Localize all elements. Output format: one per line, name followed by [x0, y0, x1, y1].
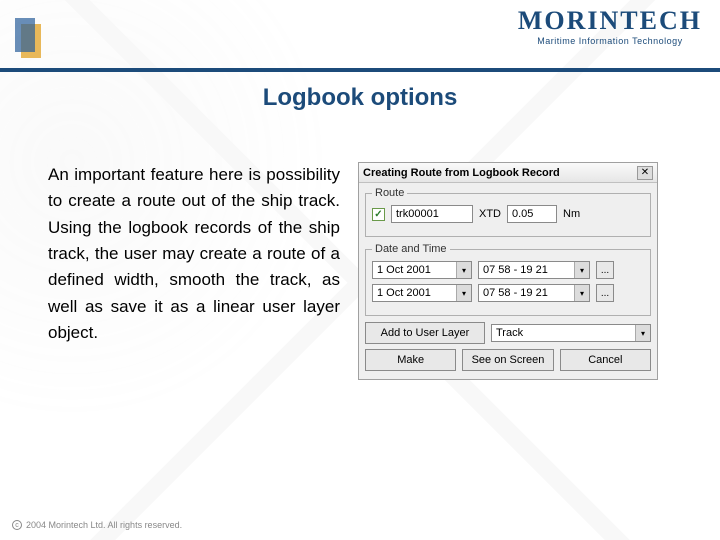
chevron-down-icon: ▾	[635, 325, 650, 341]
xtd-label: XTD	[479, 208, 501, 220]
add-to-layer-button[interactable]: Add to User Layer	[365, 322, 485, 344]
start-date-combo[interactable]: 1 Oct 2001 ▾	[372, 261, 472, 279]
layer-value: Track	[492, 325, 635, 341]
copyright-text: 2004 Morintech Ltd. All rights reserved.	[26, 520, 182, 530]
copyright-icon: c	[12, 520, 22, 530]
copyright-footer: c 2004 Morintech Ltd. All rights reserve…	[12, 520, 182, 530]
route-legend: Route	[372, 187, 407, 199]
datetime-legend: Date and Time	[372, 243, 450, 255]
close-icon[interactable]: ✕	[637, 166, 653, 180]
end-datetime-more-button[interactable]: ...	[596, 284, 614, 302]
dialog-titlebar: Creating Route from Logbook Record ✕	[359, 163, 657, 183]
header: MORINTECH Maritime Information Technolog…	[0, 0, 720, 72]
dialog-title: Creating Route from Logbook Record	[363, 167, 637, 179]
page-title: Logbook options	[0, 84, 720, 112]
brand-tagline: Maritime Information Technology	[518, 36, 702, 46]
end-time-combo[interactable]: 07 58 - 19 21 ▾	[478, 284, 590, 302]
body-paragraph: An important feature here is possibility…	[48, 162, 340, 380]
end-date-combo[interactable]: 1 Oct 2001 ▾	[372, 284, 472, 302]
route-enable-checkbox[interactable]: ✓	[372, 208, 385, 221]
brand-mark-icon	[15, 18, 45, 63]
create-route-dialog: Creating Route from Logbook Record ✕ Rou…	[358, 162, 658, 380]
layer-combo[interactable]: Track ▾	[491, 324, 651, 342]
route-group: Route ✓ trk00001 XTD 0.05 Nm	[365, 187, 651, 237]
xtd-unit-label: Nm	[563, 208, 580, 220]
start-date-value: 1 Oct 2001	[373, 262, 456, 278]
see-on-screen-button[interactable]: See on Screen	[462, 349, 553, 371]
datetime-group: Date and Time 1 Oct 2001 ▾ 07 58 - 19 21…	[365, 243, 651, 316]
make-button[interactable]: Make	[365, 349, 456, 371]
end-date-value: 1 Oct 2001	[373, 285, 456, 301]
start-time-value: 07 58 - 19 21	[479, 262, 574, 278]
chevron-down-icon: ▾	[574, 262, 589, 278]
chevron-down-icon: ▾	[456, 285, 471, 301]
route-name-input[interactable]: trk00001	[391, 205, 473, 223]
chevron-down-icon: ▾	[574, 285, 589, 301]
start-datetime-more-button[interactable]: ...	[596, 261, 614, 279]
end-time-value: 07 58 - 19 21	[479, 285, 574, 301]
brand-logo: MORINTECH Maritime Information Technolog…	[518, 6, 702, 46]
cancel-button[interactable]: Cancel	[560, 349, 651, 371]
xtd-input[interactable]: 0.05	[507, 205, 557, 223]
chevron-down-icon: ▾	[456, 262, 471, 278]
start-time-combo[interactable]: 07 58 - 19 21 ▾	[478, 261, 590, 279]
brand-name: MORINTECH	[518, 6, 702, 36]
